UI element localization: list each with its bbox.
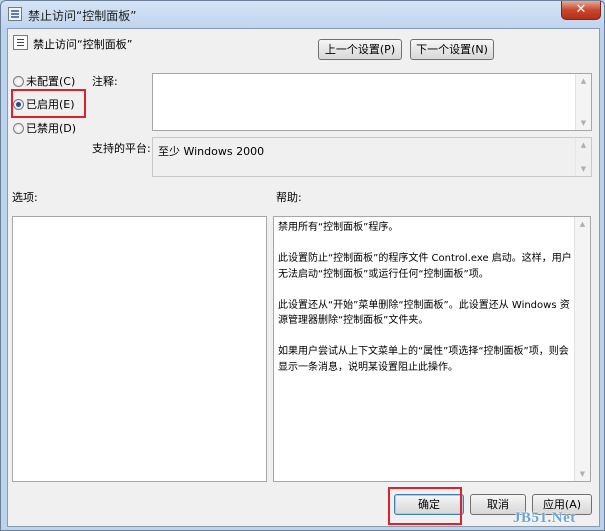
help-paragraph: 此设置防止“控制面板”的程序文件 Control.exe 启动。这样，用户无法启… — [278, 253, 572, 280]
radio-disabled[interactable]: 已禁用(D) — [13, 121, 76, 137]
window-title: 禁止访问“控制面板” — [28, 9, 137, 23]
supported-platform-label: 支持的平台: — [92, 142, 151, 155]
comment-scrollbar[interactable]: ▲ ▼ — [575, 74, 591, 130]
dialog-body: 禁止访问“控制面板” 上一个设置(P) 下一个设置(N) 未配置(C) 已启用(… — [7, 28, 600, 527]
policy-icon — [13, 35, 28, 50]
scroll-down-arrow-icon[interactable]: ▼ — [576, 116, 591, 130]
help-pane: 禁用所有“控制面板”程序。 此设置防止“控制面板”的程序文件 Control.e… — [273, 216, 591, 482]
options-label: 选项: — [12, 191, 38, 204]
previous-setting-button[interactable]: 上一个设置(P) — [318, 39, 402, 60]
policy-setting-icon — [8, 7, 22, 21]
help-text: 禁用所有“控制面板”程序。 此设置防止“控制面板”的程序文件 Control.e… — [278, 220, 578, 391]
next-setting-button[interactable]: 下一个设置(N) — [410, 39, 494, 60]
supported-platform-field: 至少 Windows 2000 ▲ ▼ — [152, 137, 592, 177]
options-pane — [12, 216, 267, 482]
highlight-box-enabled — [11, 89, 86, 118]
policy-dialog-window: 禁止访问“控制面板” ✕ 禁止访问“控制面板” 上一个设置(P) 下一个设置(N… — [0, 0, 605, 531]
policy-name: 禁止访问“控制面板” — [33, 38, 133, 51]
scroll-up-arrow-icon[interactable]: ▲ — [575, 217, 590, 231]
scroll-down-arrow-icon[interactable]: ▼ — [575, 467, 590, 481]
comment-label: 注释: — [92, 75, 118, 88]
radio-button[interactable] — [13, 76, 24, 87]
radio-button[interactable] — [13, 123, 24, 134]
close-button[interactable]: ✕ — [561, 1, 601, 20]
comment-textarea[interactable]: ▲ ▼ — [152, 73, 592, 131]
help-label: 帮助: — [276, 191, 302, 204]
scroll-up-arrow-icon[interactable]: ▲ — [576, 138, 591, 152]
help-paragraph: 如果用户尝试从上下文菜单上的“属性”项选择“控制面板”项，则会显示一条消息，说明… — [278, 346, 569, 373]
scroll-up-arrow-icon[interactable]: ▲ — [576, 74, 591, 88]
scroll-down-arrow-icon[interactable]: ▼ — [576, 162, 591, 176]
radio-not-configured[interactable]: 未配置(C) — [13, 74, 75, 90]
radio-label: 已禁用(D) — [26, 122, 77, 135]
help-paragraph: 此设置还从“开始”菜单删除“控制面板”。此设置还从 Windows 资源管理器删… — [278, 299, 570, 327]
title-bar[interactable]: 禁止访问“控制面板” ✕ — [1, 1, 604, 27]
help-scrollbar[interactable]: ▲ ▼ — [574, 217, 590, 481]
radio-label: 未配置(C) — [26, 75, 76, 88]
highlight-box-ok — [388, 487, 462, 525]
help-paragraph: 禁用所有“控制面板”程序。 — [278, 222, 399, 233]
watermark-logo: JB51.Net — [513, 510, 576, 526]
supported-scrollbar[interactable]: ▲ ▼ — [575, 138, 591, 176]
supported-platform-value: 至少 Windows 2000 — [158, 145, 265, 158]
